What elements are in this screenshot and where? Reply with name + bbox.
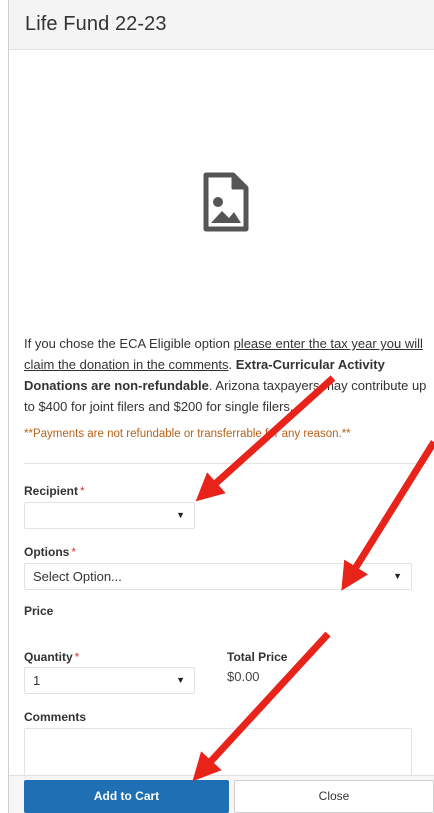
- total-price-label: Total Price: [227, 650, 288, 664]
- divider: [24, 463, 428, 464]
- page-title: Life Fund 22-23: [25, 13, 167, 35]
- comments-label: Comments: [24, 710, 87, 724]
- chevron-down-icon: ▼: [176, 510, 185, 520]
- image-placeholder-icon: [203, 172, 249, 232]
- refund-notice: **Payments are not refundable or transfe…: [24, 428, 351, 440]
- modal-page: Life Fund 22-23 If you chose the ECA Eli…: [0, 0, 434, 813]
- price-label: Price: [24, 604, 54, 618]
- modal-header: Life Fund 22-23: [9, 0, 434, 50]
- chevron-down-icon: ▼: [176, 675, 185, 685]
- total-price-value: $0.00: [227, 669, 260, 684]
- description-text: If you chose the ECA Eligible option ple…: [24, 336, 427, 414]
- recipient-select[interactable]: ▼: [24, 502, 195, 529]
- options-select[interactable]: Select Option... ▼: [24, 563, 412, 590]
- left-border: [8, 0, 9, 813]
- chevron-down-icon: ▼: [393, 571, 402, 581]
- add-to-cart-button[interactable]: Add to Cart: [24, 780, 229, 813]
- recipient-label: Recipient *: [24, 484, 85, 498]
- close-button[interactable]: Close: [234, 780, 434, 813]
- options-label: Options *: [24, 545, 76, 559]
- quantity-label: Quantity *: [24, 650, 80, 664]
- quantity-select[interactable]: 1 ▼: [24, 667, 195, 694]
